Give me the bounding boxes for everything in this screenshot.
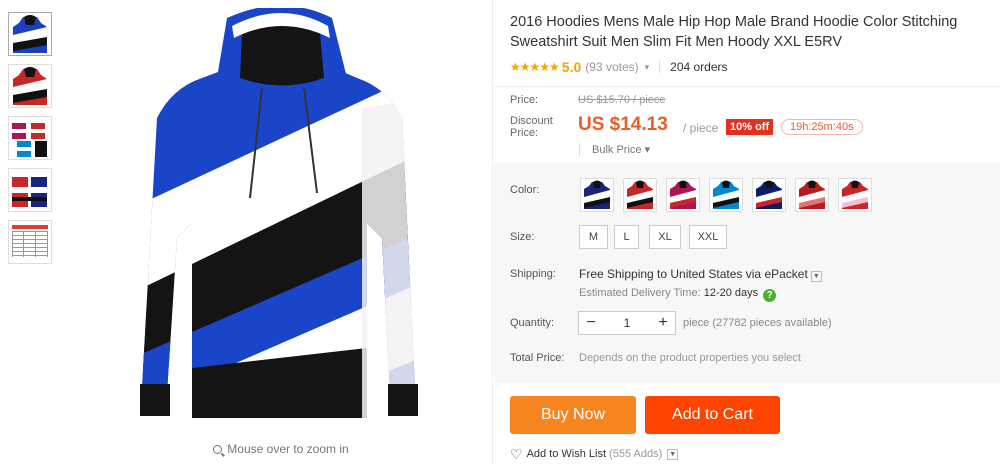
- thumbnail-blue-hoodie[interactable]: [8, 12, 52, 56]
- votes-count[interactable]: (93 votes): [585, 60, 638, 74]
- chevron-down-icon[interactable]: ▼: [667, 448, 679, 460]
- chevron-down-icon[interactable]: ▼: [810, 271, 822, 282]
- wishlist-link[interactable]: ♡ Add to Wish List (555 Adds) ▼: [510, 446, 679, 462]
- total-price-note: Depends on the product properties you se…: [579, 352, 801, 364]
- color-swatch[interactable]: [666, 178, 700, 212]
- price-unit: / piece: [683, 121, 719, 135]
- decrement-button[interactable]: −: [579, 312, 603, 334]
- rating-row: ★★★★★ 5.0 (93 votes) ▾ 204 orders: [510, 56, 1000, 78]
- color-swatch[interactable]: [580, 178, 614, 212]
- main-product-image[interactable]: Mouse over to zoom in: [72, 0, 490, 464]
- chevron-down-icon[interactable]: ▾: [645, 62, 650, 73]
- increment-button[interactable]: +: [651, 312, 675, 334]
- quantity-label: Quantity:: [510, 317, 555, 329]
- stock-available: piece (27782 pieces available): [683, 317, 832, 329]
- shipping-method-text: Free Shipping to United States via ePack…: [579, 267, 808, 281]
- size-option-m[interactable]: M: [579, 225, 608, 249]
- color-swatch[interactable]: [795, 178, 829, 212]
- total-price-label: Total Price:: [510, 352, 565, 364]
- wishlist-count: (555 Adds): [609, 448, 663, 460]
- thumbnail-models[interactable]: [8, 168, 52, 212]
- countdown-timer: 19h:25m:40s: [781, 119, 863, 135]
- add-to-cart-button[interactable]: Add to Cart: [645, 396, 780, 434]
- color-swatch[interactable]: [752, 178, 786, 212]
- shipping-label: Shipping:: [510, 268, 556, 280]
- hoodie-illustration: [140, 8, 418, 418]
- orders-count: 204 orders: [670, 60, 728, 74]
- product-title: 2016 Hoodies Mens Male Hip Hop Male Bran…: [510, 14, 958, 50]
- discount-price-label: Discount Price:: [510, 115, 553, 139]
- size-label: Size:: [510, 231, 535, 243]
- wishlist-label: Add to Wish List: [526, 448, 607, 460]
- magnifier-icon: [213, 445, 223, 454]
- zoom-hint-text: Mouse over to zoom in: [227, 442, 349, 456]
- thumbnail-red-hoodie[interactable]: [8, 64, 52, 108]
- bulk-price-dropdown[interactable]: Bulk Price ▾: [579, 143, 650, 156]
- buy-now-button[interactable]: Buy Now: [510, 396, 636, 434]
- quantity-input[interactable]: 1: [603, 316, 651, 330]
- rating-value: 5.0: [561, 59, 582, 75]
- delivery-estimate: Estimated Delivery Time: 12-20 days ?: [579, 287, 777, 302]
- star-rating-icon: ★★★★★: [510, 60, 560, 74]
- size-option-xl[interactable]: XL: [649, 225, 681, 249]
- zoom-hint: Mouse over to zoom in: [72, 442, 490, 456]
- divider: [492, 0, 493, 464]
- color-label: Color:: [510, 184, 540, 196]
- color-swatch[interactable]: [838, 178, 872, 212]
- product-options-panel: Color: Size: M L XL XXL Shipping: Free S…: [494, 163, 1000, 383]
- thumbnail-size-chart[interactable]: [8, 220, 52, 264]
- discount-badge: 10% off: [726, 119, 774, 135]
- thumbnail-strip: [8, 12, 52, 272]
- heart-icon: ♡: [510, 446, 523, 462]
- delivery-estimate-label: Estimated Delivery Time:: [579, 287, 701, 299]
- size-option-l[interactable]: L: [614, 225, 639, 249]
- original-price: US $15.70 / piece: [578, 94, 666, 106]
- product-info: 2016 Hoodies Mens Male Hip Hop Male Bran…: [510, 0, 1000, 78]
- help-icon[interactable]: ?: [763, 289, 777, 302]
- divider: [659, 61, 661, 73]
- divider: [494, 86, 1000, 87]
- delivery-days: 12-20 days: [703, 287, 759, 299]
- current-price: US $14.13: [578, 114, 668, 135]
- thumbnail-color-set[interactable]: [8, 116, 52, 160]
- color-swatch[interactable]: [623, 178, 657, 212]
- size-option-xxl[interactable]: XXL: [689, 225, 727, 249]
- shipping-method[interactable]: Free Shipping to United States via ePack…: [579, 267, 822, 282]
- price-label: Price:: [510, 94, 539, 106]
- quantity-stepper: − 1 +: [578, 311, 676, 335]
- color-swatch[interactable]: [709, 178, 743, 212]
